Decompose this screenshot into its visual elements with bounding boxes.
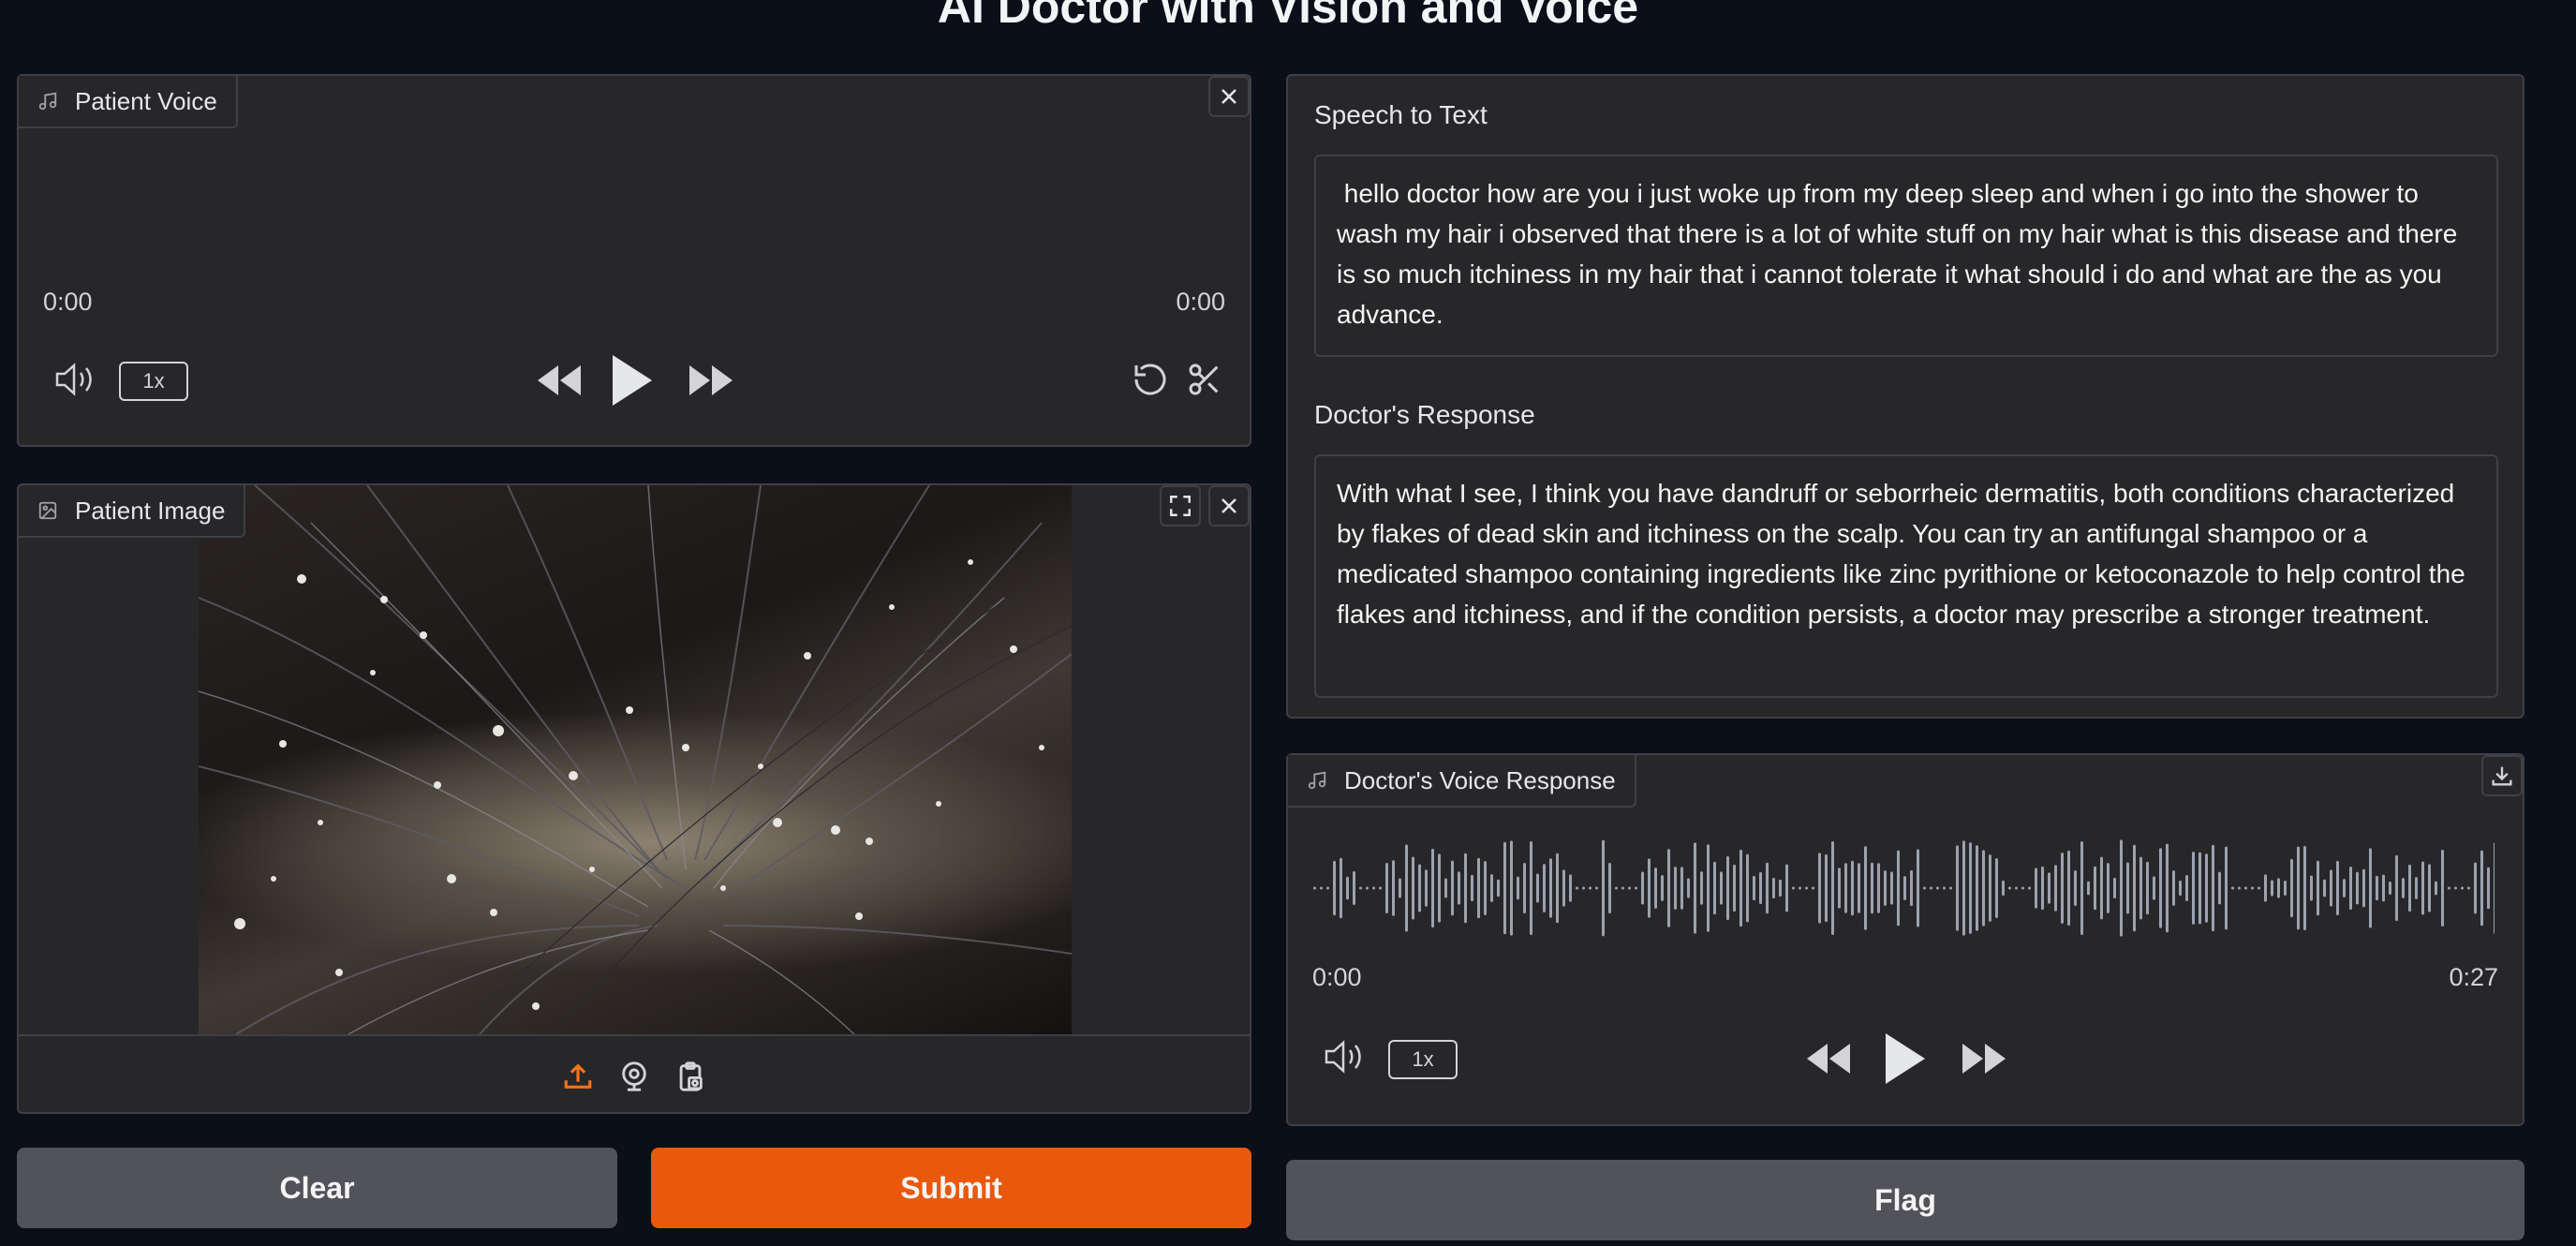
fast-forward-button[interactable] [686,360,738,401]
music-note-icon [38,92,57,111]
patient-image-tag: Patient Image [19,485,246,538]
patient-image-label: Patient Image [75,496,226,525]
speech-to-text-field[interactable]: hello doctor how are you i just woke up … [1314,155,2498,357]
play-button[interactable] [605,351,658,409]
reset-button[interactable] [1130,359,1171,400]
patient-voice-label: Patient Voice [75,86,217,115]
fast-forward-icon [1962,1044,2006,1074]
volume-icon [55,363,92,396]
image-icon [38,501,57,520]
doctor-response-field[interactable]: With what I see, I think you have dandru… [1314,454,2498,698]
play-button[interactable] [1878,1030,1931,1088]
flag-button[interactable]: Flag [1286,1160,2524,1240]
patient-image [199,485,1072,1034]
output-panel: Speech to Text hello doctor how are you … [1286,74,2524,719]
clipboard-button[interactable] [673,1059,708,1094]
rewind-icon [538,365,581,395]
clipboard-icon [679,1061,703,1091]
patient-voice-tag: Patient Voice [19,76,238,128]
patient-voice-panel: Patient Voice 0:00 0:00 1x [17,74,1251,447]
upload-icon [564,1062,592,1089]
rewind-icon [1807,1044,1850,1074]
speech-to-text-label: Speech to Text [1314,100,1488,129]
play-icon [1886,1033,1925,1084]
close-button[interactable] [1208,485,1250,527]
doctor-voice-label: Doctor's Voice Response [1344,765,1616,794]
doctor-voice-tag: Doctor's Voice Response [1288,755,1636,808]
playback-speed-button[interactable]: 1x [1388,1040,1458,1079]
fast-forward-icon [689,365,733,395]
rewind-button[interactable] [1801,1038,1854,1079]
time-total: 0:27 [2449,963,2498,991]
undo-icon [1134,363,1166,395]
fast-forward-button[interactable] [1959,1038,2011,1079]
time-current: 0:00 [1312,963,1362,991]
download-icon [2492,766,2512,786]
doctor-response-label: Doctor's Response [1314,400,1535,429]
fullscreen-button[interactable] [1160,485,1201,527]
webcam-button[interactable] [616,1059,652,1094]
music-note-icon [1308,771,1326,790]
download-button[interactable] [2481,755,2523,796]
rewind-button[interactable] [532,360,585,401]
close-icon [1221,498,1236,513]
time-total: 0:00 [1176,288,1225,316]
time-current: 0:00 [43,288,93,316]
webcam-icon [622,1061,646,1091]
close-button[interactable] [1208,76,1250,117]
submit-button[interactable]: Submit [651,1148,1251,1228]
playback-speed-button[interactable]: 1x [119,362,188,401]
scissors-icon [1189,363,1219,395]
fullscreen-icon [1170,496,1191,516]
audio-waveform[interactable] [1312,832,2495,944]
volume-button[interactable] [52,359,97,400]
trim-button[interactable] [1184,359,1225,400]
doctor-voice-panel: Doctor's Voice Response 0:00 0:27 1x [1286,753,2524,1126]
app-title: AI Doctor with Vision and Voice [937,0,1639,33]
clear-button[interactable]: Clear [17,1148,617,1228]
image-source-toolbar [19,1034,1250,1112]
play-icon [613,355,652,406]
hair-strands-graphic [199,485,1072,1034]
close-icon [1221,89,1236,104]
patient-image-panel: Patient Image [17,483,1251,1114]
volume-icon [1325,1040,1361,1074]
volume-button[interactable] [1322,1036,1367,1077]
upload-button[interactable] [560,1059,596,1094]
